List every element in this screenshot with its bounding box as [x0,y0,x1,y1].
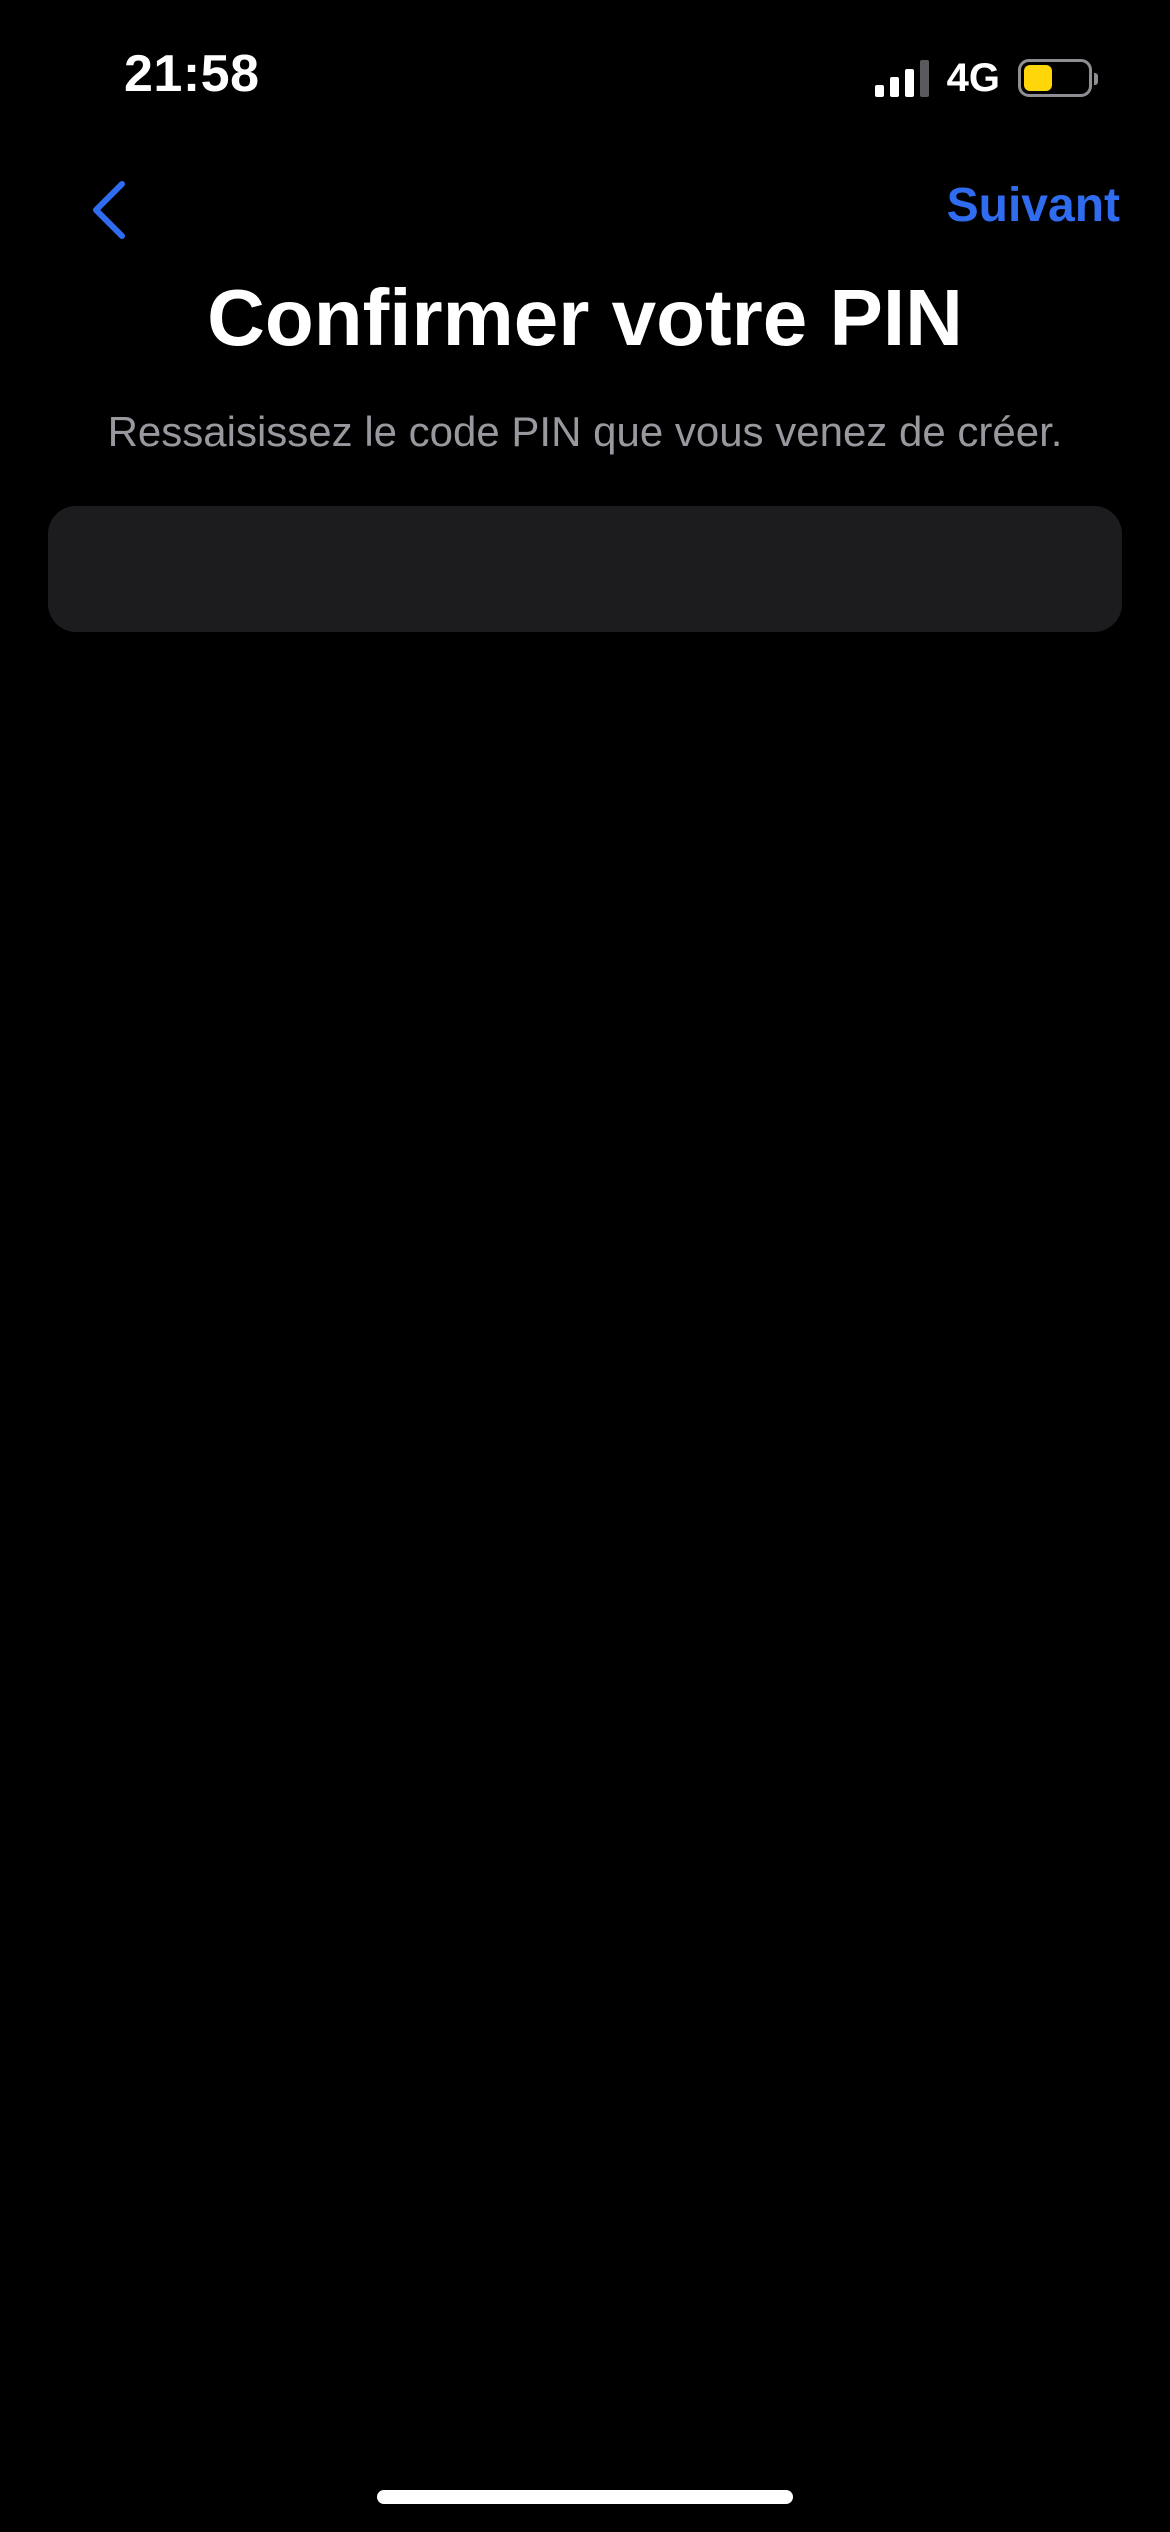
battery-icon [1018,59,1098,97]
network-type-label: 4G [946,55,1000,100]
page-subtitle: Ressaisissez le code PIN que vous venez … [107,408,1063,455]
chevron-left-icon [93,181,125,239]
cellular-signal-icon [874,59,929,97]
page-title: Confirmer votre PIN [207,273,963,362]
status-indicators: 4G [874,55,1098,100]
navigation-bar: Suivant [0,160,1170,260]
status-bar: 21:58 4G [0,0,1170,150]
status-time: 21:58 [124,45,260,103]
pin-confirm-input[interactable] [48,506,1122,632]
home-indicator [377,2490,793,2504]
next-button[interactable]: Suivant [947,178,1120,233]
battery-level-fill [1024,65,1052,91]
back-button[interactable] [70,172,146,248]
